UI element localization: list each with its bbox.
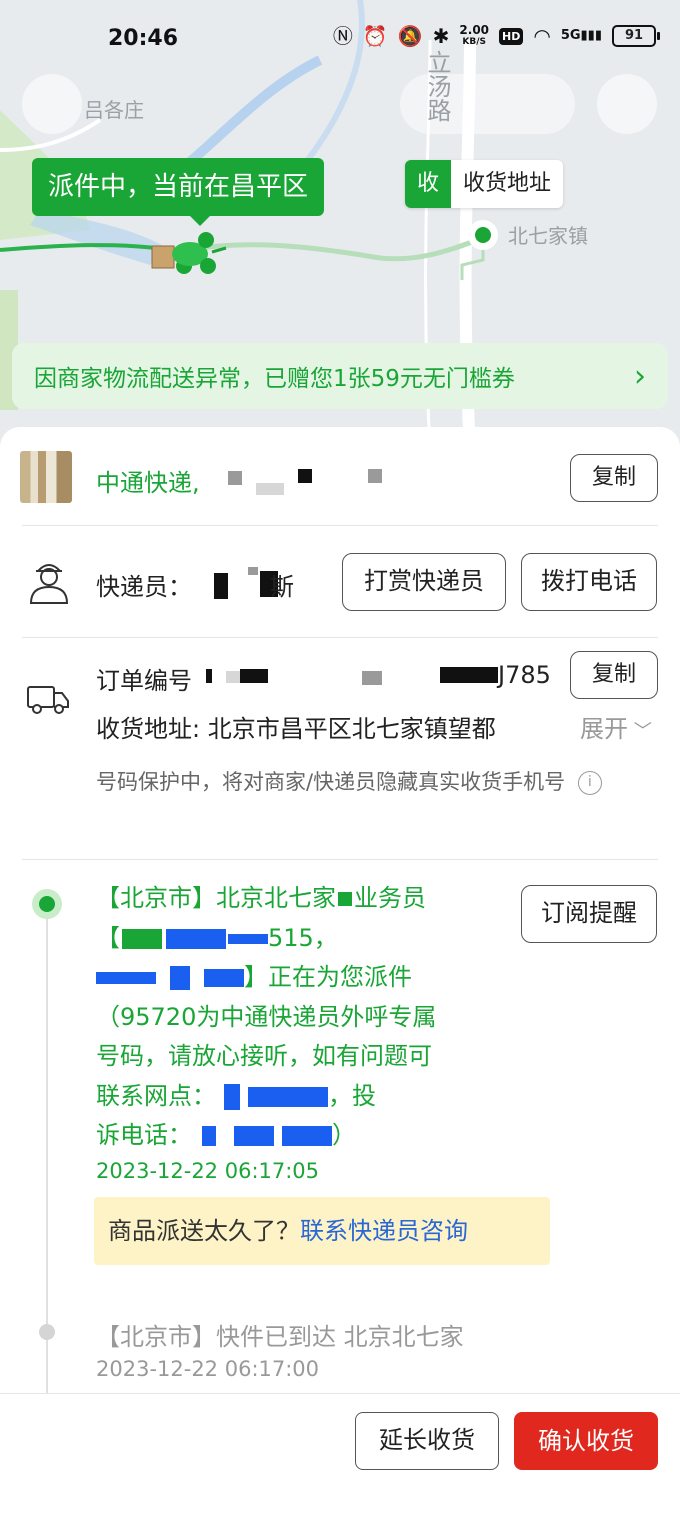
redaction-mask <box>362 671 382 685</box>
copy-order-button[interactable]: 复制 <box>570 651 658 699</box>
address-label: 收货地址: <box>96 715 208 743</box>
extend-receipt-button[interactable]: 延长收货 <box>355 1412 499 1470</box>
redaction-mask <box>214 573 228 599</box>
redaction-mask <box>206 669 212 683</box>
product-thumbnail[interactable] <box>20 451 72 503</box>
order-number-suffix: J785 <box>498 661 551 689</box>
divider <box>22 859 658 860</box>
wifi-icon: ◠ <box>533 24 551 48</box>
mute-bell-icon: 🔕 <box>397 24 423 48</box>
bottom-action-bar: 延长收货 确认收货 <box>0 1393 680 1519</box>
contact-courier-link[interactable]: 联系快递员咨询 <box>300 1217 468 1245</box>
address-row: 收货地址: 北京市昌平区北七家镇望都 <box>96 709 496 744</box>
hd-icon: HD <box>499 27 524 45</box>
redaction-mask <box>256 483 284 495</box>
copy-tracking-button[interactable]: 复制 <box>570 454 658 502</box>
chevron-right-icon: › <box>634 358 646 394</box>
notice-text: 商品派送太久了？ <box>108 1217 300 1245</box>
tip-courier-button[interactable]: 打赏快递员 <box>342 553 506 611</box>
delivery-status-bubble: 派件中，当前在昌平区 <box>32 158 325 226</box>
redaction-mask <box>368 469 382 483</box>
timeline-line <box>46 903 48 1393</box>
courier-company: 中通快递, <box>96 469 200 497</box>
timeline-previous-text: 【北京市】快件已到达 北京北七家 <box>96 1323 464 1351</box>
order-detail-card: 中通快递, 复制 快递员： 斯 打赏快递员 拨打电话 订单编号 J785 复制 … <box>0 427 680 1393</box>
courier-name: 斯 <box>270 573 294 601</box>
receive-address-label: 收货地址 <box>451 160 564 208</box>
divider <box>22 525 658 526</box>
expand-address-button[interactable]: 展开 ﹀ <box>580 709 652 744</box>
timeline-previous-time: 2023-12-22 06:17:00 <box>96 1357 320 1381</box>
privacy-notice: 号码保护中，将对商家/快递员隐藏真实收货手机号 i <box>96 765 636 799</box>
timeline-active-dot <box>32 889 62 919</box>
redaction-mask <box>240 669 268 683</box>
call-courier-button[interactable]: 拨打电话 <box>521 553 657 611</box>
map-control-right[interactable] <box>597 74 657 134</box>
receive-badge: 收 <box>405 160 451 208</box>
coupon-text: 因商家物流配送异常，已赠您1张59元无门槛券 <box>34 366 515 392</box>
address-value: 北京市昌平区北七家镇望都 <box>207 715 496 743</box>
chevron-down-icon: ﹀ <box>628 721 652 742</box>
map-label-beiqijia: 北七家镇 <box>508 224 588 248</box>
coupon-banner[interactable]: 因商家物流配送异常，已赠您1张59元无门槛券 › <box>12 343 668 409</box>
status-icons: Ⓝ ⏰ 🔕 ✱ 2.00 KB/S HD ◠ 5G▮▮▮ 91 <box>332 23 660 48</box>
nfc-icon: Ⓝ <box>332 24 353 48</box>
info-icon[interactable]: i <box>577 771 602 795</box>
redaction-mask <box>226 671 240 683</box>
courier-person-icon <box>29 564 69 604</box>
redaction-mask <box>440 667 498 683</box>
timeline-latest-time: 2023-12-22 06:17:05 <box>96 1159 320 1183</box>
delivery-delay-notice: 商品派送太久了？联系快递员咨询 <box>94 1197 550 1265</box>
order-number-label: 订单编号 <box>96 667 192 695</box>
confirm-receipt-button[interactable]: 确认收货 <box>514 1412 658 1470</box>
courier-label: 快递员： <box>96 573 192 601</box>
network-speed: 2.00 KB/S <box>459 23 490 47</box>
subscribe-reminder-button[interactable]: 订阅提醒 <box>521 885 657 943</box>
map-label-lugezhuang: 吕各庄 <box>84 98 144 122</box>
alarm-icon: ⏰ <box>362 24 388 48</box>
redaction-mask <box>298 469 312 483</box>
redaction-mask <box>228 471 242 485</box>
divider <box>22 637 658 638</box>
timeline-latest-text: 【北京市】北京北七家 业务员 【515， 】正在为您派件 （95720为中通快递员… <box>96 884 437 1149</box>
map-control-left[interactable] <box>22 74 82 134</box>
map-view[interactable]: 吕各庄 立汤路 北七家镇 派件中，当前在昌平区 收 收货地址 20:46 Ⓝ ⏰… <box>0 0 680 450</box>
timeline-dot <box>39 1324 55 1340</box>
destination-marker-icon <box>468 220 498 250</box>
receiving-address-tag[interactable]: 收 收货地址 <box>405 160 564 208</box>
status-time: 20:46 <box>108 26 179 51</box>
battery-icon: 91 <box>612 25 660 47</box>
status-bar: 20:46 Ⓝ ⏰ 🔕 ✱ 2.00 KB/S HD ◠ 5G▮▮▮ 91 <box>0 0 680 80</box>
signal-5g-icon: 5G▮▮▮ <box>560 28 602 43</box>
delivery-truck-icon <box>27 686 69 714</box>
redaction-mask <box>248 567 258 575</box>
courier-rider-icon <box>151 232 227 274</box>
bluetooth-icon: ✱ <box>432 24 450 48</box>
